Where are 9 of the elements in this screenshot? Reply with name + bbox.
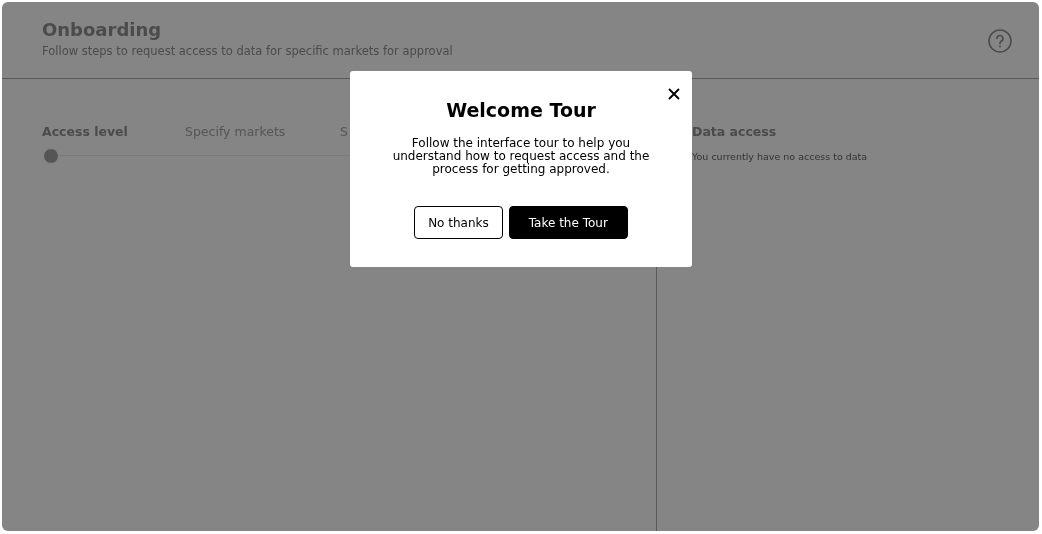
panel-message: You currently have no access to data	[692, 151, 868, 162]
dialog-title: Welcome Tour	[445, 99, 597, 121]
panel-title: Data access	[692, 124, 778, 139]
no-thanks-button[interactable]: No thanks	[414, 206, 503, 239]
dialog-message: Follow the interface tour to help you understand how to request access and the process for getting approved.	[391, 137, 651, 176]
page-subtitle: Follow steps to request access to data for specific markets for approval	[42, 44, 453, 58]
close-icon[interactable]	[668, 88, 680, 100]
page-title: Onboarding	[42, 19, 163, 40]
take-tour-button[interactable]: Take the Tour	[508, 206, 628, 239]
